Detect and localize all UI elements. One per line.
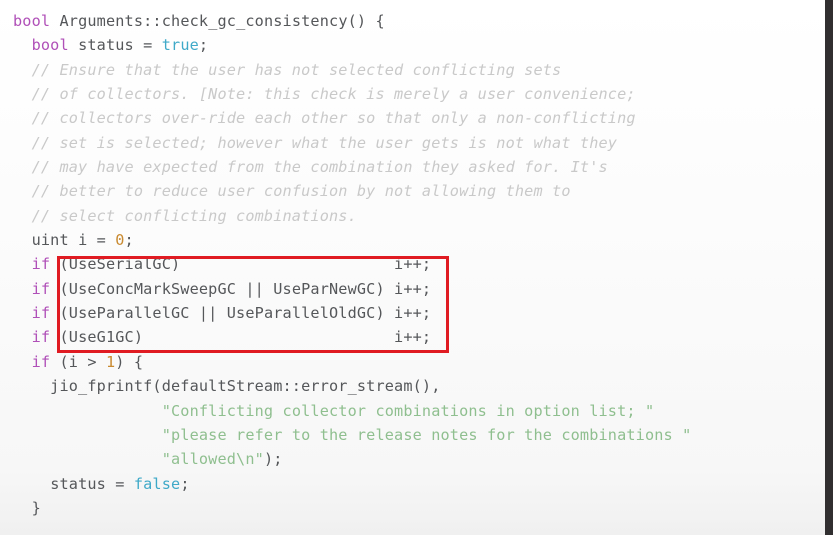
code-line: "Conflicting collector combinations in o… — [13, 399, 691, 423]
code-token: if — [31, 255, 51, 274]
code-token: status — [78, 36, 134, 55]
code-token: ; — [180, 474, 190, 493]
code-token: // may have expected from the combinatio… — [13, 158, 608, 177]
code-line: if (i > 1) { — [13, 350, 691, 374]
code-token: 0 — [115, 231, 125, 250]
code-line: status = false; — [13, 472, 691, 496]
code-token: (UseSerialGC) i++; — [50, 255, 432, 274]
code-token: ) { — [115, 352, 144, 371]
code-token: (UseParallelGC || UseParallelOldGC) i++; — [50, 304, 432, 323]
code-token: = — [105, 474, 134, 493]
code-line: if (UseParallelGC || UseParallelOldGC) i… — [13, 301, 691, 325]
code-token: ; — [198, 36, 209, 55]
code-token: // of collectors. [Note: this check is m… — [13, 85, 636, 104]
code-line: // of collectors. [Note: this check is m… — [13, 82, 691, 106]
code-token: if — [31, 279, 51, 298]
code-token: if — [31, 352, 51, 371]
code-token: = — [133, 36, 162, 55]
code-token: (UseG1GC) i++; — [50, 328, 432, 347]
code-token: if — [31, 304, 51, 323]
code-token: bool — [13, 12, 51, 30]
code-token: } — [13, 498, 41, 517]
code-token: // set is selected; however what the use… — [13, 133, 618, 152]
code-token: "please refer to the release notes for t… — [161, 425, 692, 444]
code-line: } — [13, 496, 691, 520]
code-token: // collectors over-ride each other so th… — [13, 109, 636, 128]
code-line: // Ensure that the user has not selected… — [13, 58, 691, 82]
code-token: (UseConcMarkSweepGC || UseParNewGC) i++; — [50, 279, 432, 298]
code-token: 1 — [105, 352, 116, 371]
code-token: Arguments — [59, 12, 144, 30]
code-token: check_gc_consistency — [161, 12, 348, 30]
code-token: true — [161, 36, 199, 55]
code-line: "please refer to the release notes for t… — [13, 423, 692, 447]
code-token: "allowed\n" — [161, 450, 264, 469]
code-line: // collectors over-ride each other so th… — [13, 106, 691, 130]
code-line: bool status = true; — [13, 33, 691, 57]
code-line: if (UseSerialGC) i++; — [13, 252, 691, 276]
code-token: jio_fprintf — [13, 377, 153, 396]
code-token: status — [50, 474, 106, 493]
code-line: bool Arguments::check_gc_consistency() { — [13, 9, 691, 33]
code-token: // Ensure that the user has not selected… — [13, 60, 562, 79]
code-token: bool — [31, 36, 69, 55]
code-line: // set is selected; however what the use… — [13, 131, 691, 155]
code-token: ); — [263, 450, 283, 469]
code-line: "allowed\n"); — [13, 447, 691, 471]
code-line: // may have expected from the combinatio… — [13, 155, 691, 179]
code-token: i = — [68, 231, 116, 250]
code-block[interactable]: bool Arguments::check_gc_consistency() {… — [0, 0, 691, 520]
code-token: () { — [347, 12, 385, 30]
code-token: if — [31, 328, 51, 347]
code-line: // select conflicting combinations. — [13, 204, 691, 228]
code-line: // better to reduce user confusion by no… — [13, 179, 691, 203]
code-line: jio_fprintf(defaultStream::error_stream(… — [13, 374, 691, 398]
code-token: :: — [143, 12, 162, 30]
code-line: if (UseG1GC) i++; — [13, 325, 691, 349]
code-token: ; — [124, 231, 134, 250]
code-token: (i > — [50, 352, 106, 371]
code-token: false — [133, 474, 181, 493]
code-token: // better to reduce user confusion by no… — [13, 182, 571, 201]
right-edge-band — [825, 0, 833, 535]
code-line: uint i = 0; — [13, 228, 691, 252]
code-token: // select conflicting combinations. — [13, 206, 357, 225]
code-token: (defaultStream::error_stream(), — [152, 377, 441, 396]
code-token: uint — [31, 231, 69, 250]
code-token: "Conflicting collector combinations in o… — [161, 401, 655, 420]
code-line: if (UseConcMarkSweepGC || UseParNewGC) i… — [13, 277, 691, 301]
code-screenshot: bool Arguments::check_gc_consistency() {… — [0, 0, 833, 535]
